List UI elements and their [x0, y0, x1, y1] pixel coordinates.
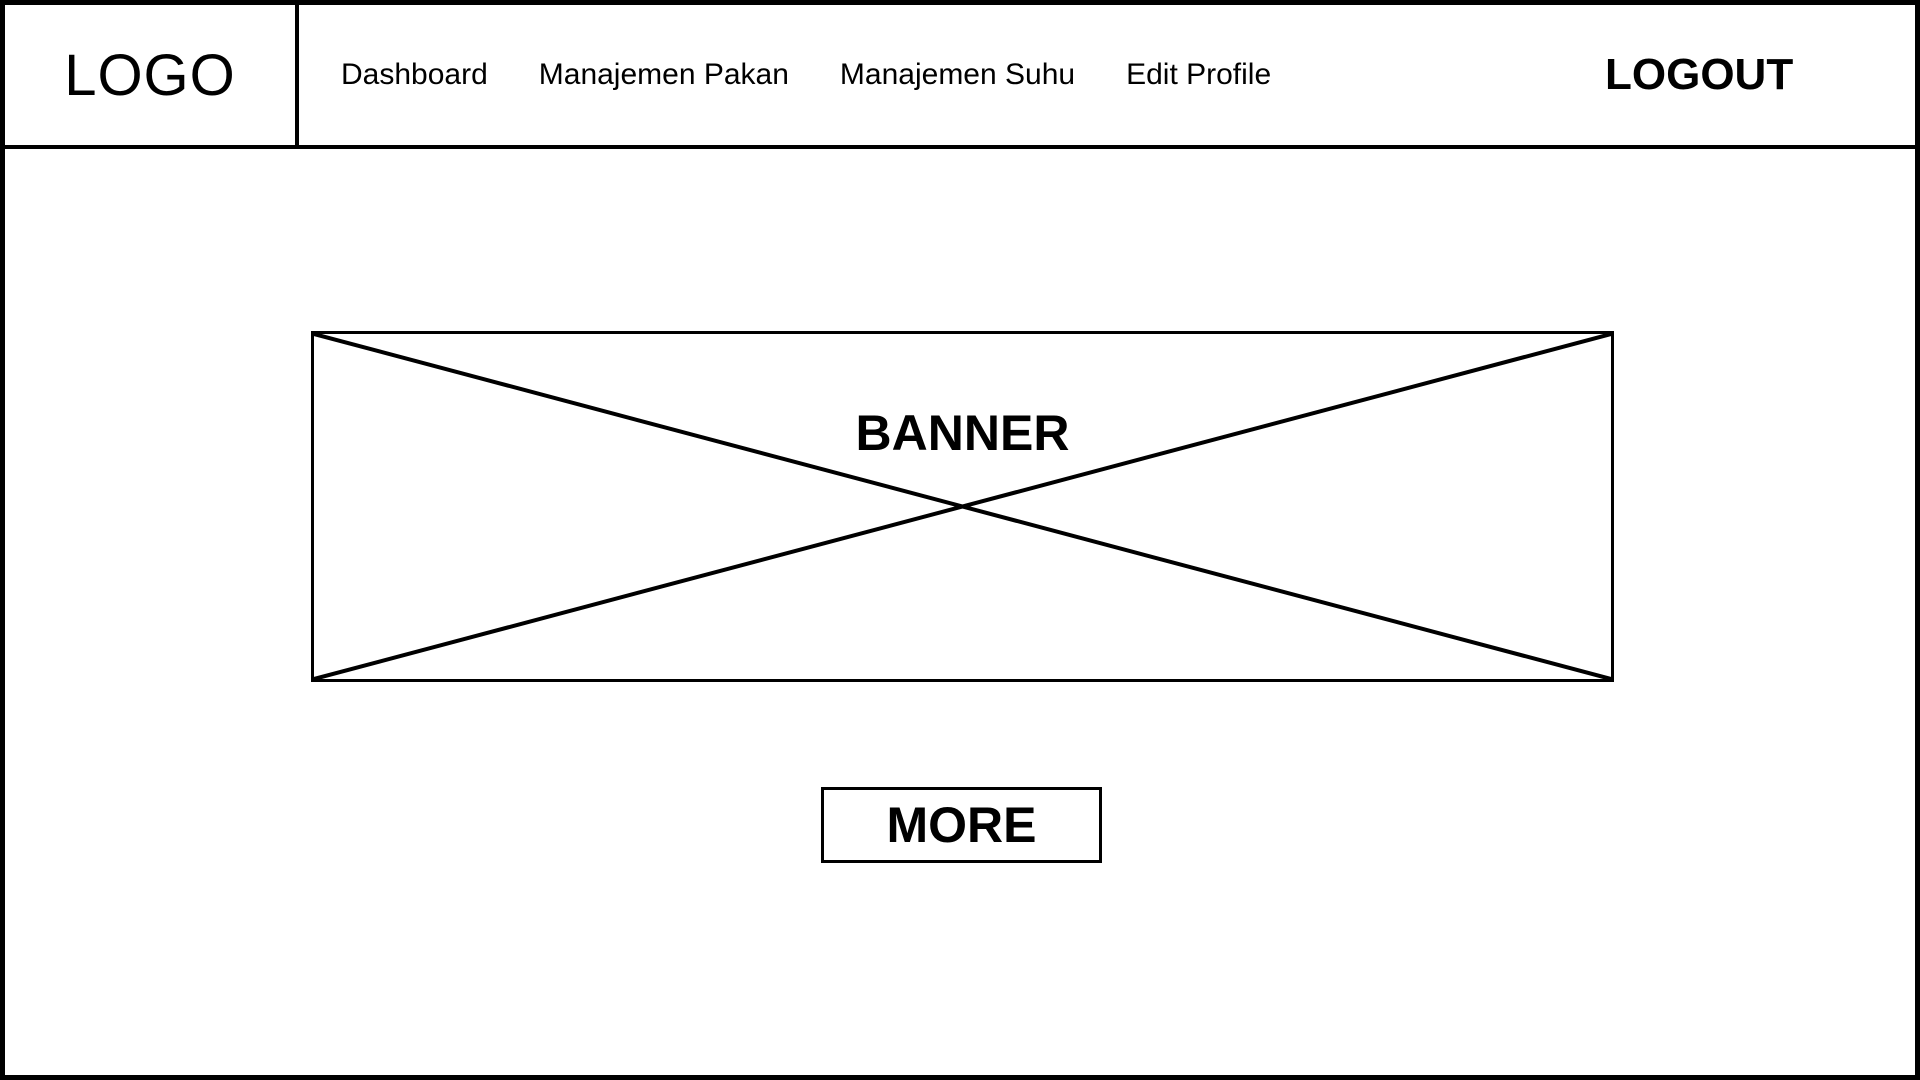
nav-item-edit-profile[interactable]: Edit Profile: [1126, 58, 1271, 92]
app-frame: LOGO Dashboard Manajemen Pakan Manajemen…: [0, 0, 1920, 1080]
top-navbar: LOGO Dashboard Manajemen Pakan Manajemen…: [5, 5, 1915, 149]
logo[interactable]: LOGO: [5, 5, 299, 145]
image-placeholder-cross-icon: [314, 334, 1611, 679]
logo-text: LOGO: [64, 42, 236, 108]
main-nav: Dashboard Manajemen Pakan Manajemen Suhu…: [341, 5, 1271, 145]
nav-item-manajemen-pakan[interactable]: Manajemen Pakan: [539, 58, 789, 92]
more-button[interactable]: MORE: [821, 787, 1102, 863]
banner-label: BANNER: [855, 405, 1070, 461]
nav-item-manajemen-suhu[interactable]: Manajemen Suhu: [840, 58, 1075, 92]
logout-button[interactable]: LOGOUT: [1605, 5, 1793, 145]
banner-placeholder: BANNER: [311, 331, 1614, 682]
nav-item-dashboard[interactable]: Dashboard: [341, 58, 488, 92]
